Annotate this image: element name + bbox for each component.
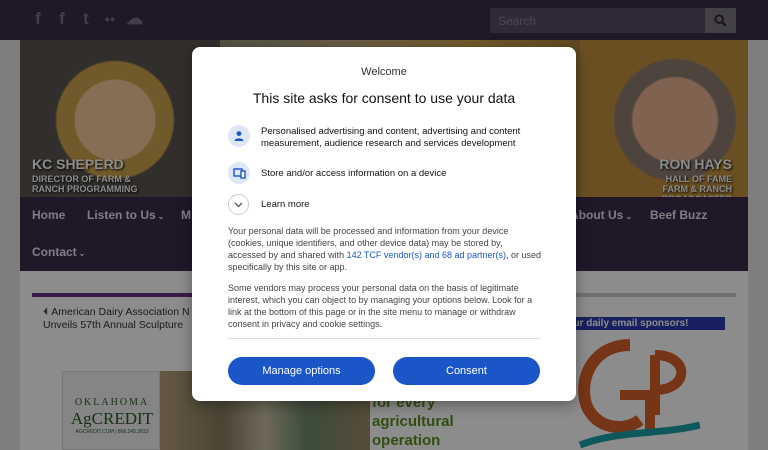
consent-button[interactable]: Consent: [393, 357, 540, 385]
learn-more-toggle[interactable]: [228, 194, 249, 215]
device-icon: [228, 162, 250, 184]
dialog-divider: [228, 338, 540, 339]
person-icon: [228, 125, 250, 147]
purpose-store-access: Store and/or access information on a dev…: [261, 168, 447, 179]
consent-paragraph-1: Your personal data will be processed and…: [228, 226, 542, 272]
consent-paragraph-2: Some vendors may process your personal d…: [228, 283, 533, 329]
vendors-link[interactable]: 142 TCF vendor(s) and 68 ad partner(s): [347, 250, 506, 260]
dialog-title: This site asks for consent to use your d…: [252, 90, 516, 106]
consent-dialog: Welcome This site asks for consent to us…: [192, 47, 576, 401]
dialog-welcome: Welcome: [361, 66, 407, 78]
manage-options-button[interactable]: Manage options: [228, 357, 375, 385]
purpose-personalised-ads: Personalised advertising and content, ad…: [261, 126, 521, 149]
chevron-down-icon: [234, 202, 243, 207]
learn-more-label[interactable]: Learn more: [261, 199, 310, 210]
